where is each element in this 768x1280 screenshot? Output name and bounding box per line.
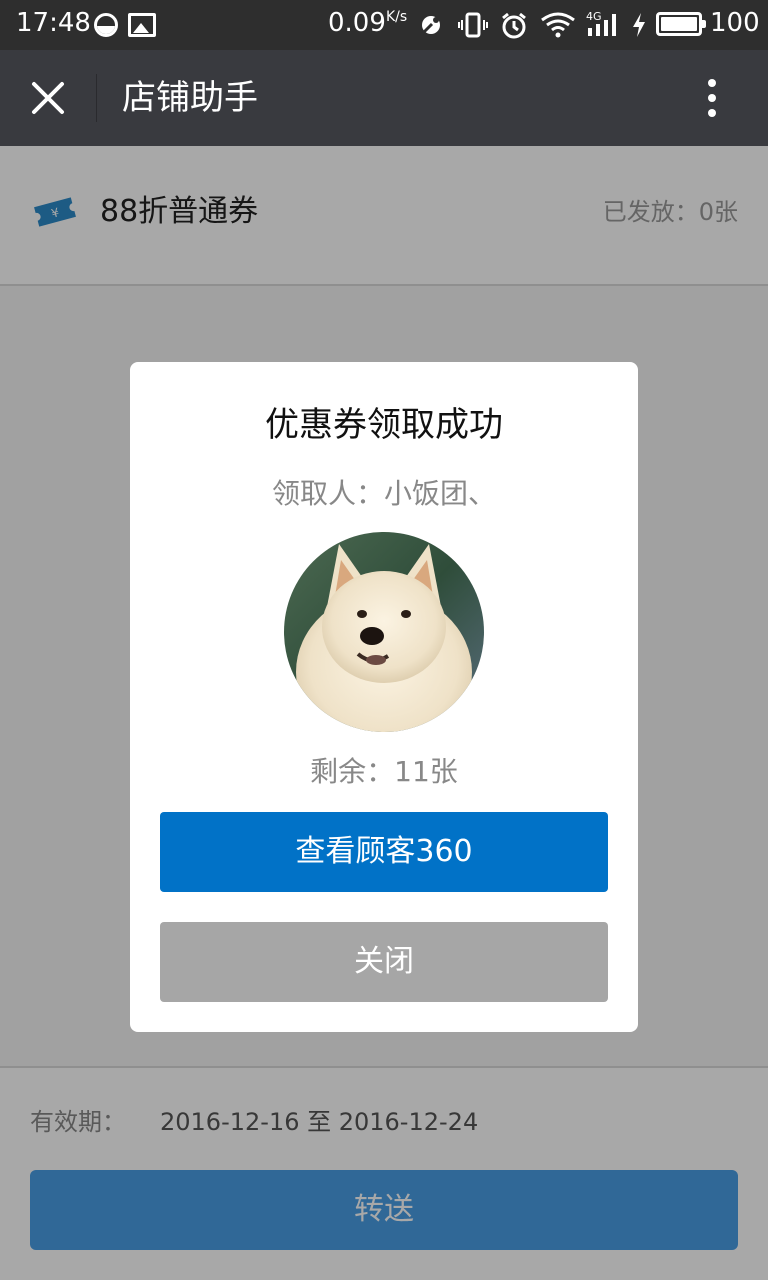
gallery-icon [128, 13, 156, 37]
alarm-icon [502, 12, 526, 39]
remaining-count: 剩余：11张 [310, 755, 458, 788]
close-button[interactable] [24, 74, 72, 122]
dialog-title: 优惠券领取成功 [265, 405, 503, 445]
net-speed-unit: K/s [386, 9, 408, 25]
satellite-icon [420, 16, 440, 36]
wifi-icon [541, 12, 575, 38]
recipient-text: 领取人：小饭团、 [271, 477, 496, 510]
signal-icon [588, 14, 616, 36]
dog-avatar [284, 532, 484, 732]
more-button[interactable] [690, 74, 734, 122]
status-time: 17:48 [16, 8, 91, 38]
avatar [284, 532, 484, 732]
view-customer-360-button[interactable]: 查看顾客360 [160, 812, 608, 892]
more-vertical-icon [708, 79, 716, 117]
net-speed: 0.09 [328, 8, 386, 38]
dnd-icon [94, 13, 118, 37]
title-bar: 店铺助手 [0, 50, 768, 146]
dialog-close-button[interactable]: 关闭 [160, 922, 608, 1002]
vibrate-icon [458, 12, 488, 38]
title-divider [96, 74, 97, 122]
charging-icon [633, 13, 645, 37]
battery-level: 100 [710, 8, 760, 38]
close-icon [32, 82, 64, 114]
page-title: 店铺助手 [122, 78, 258, 118]
battery-icon [656, 12, 706, 36]
status-bar: 17:48 0.09 K/s 4G 100 [0, 0, 768, 50]
success-dialog: 优惠券领取成功 领取人：小饭团、 剩余：11张 查看顾客360 关闭 [130, 362, 638, 1032]
